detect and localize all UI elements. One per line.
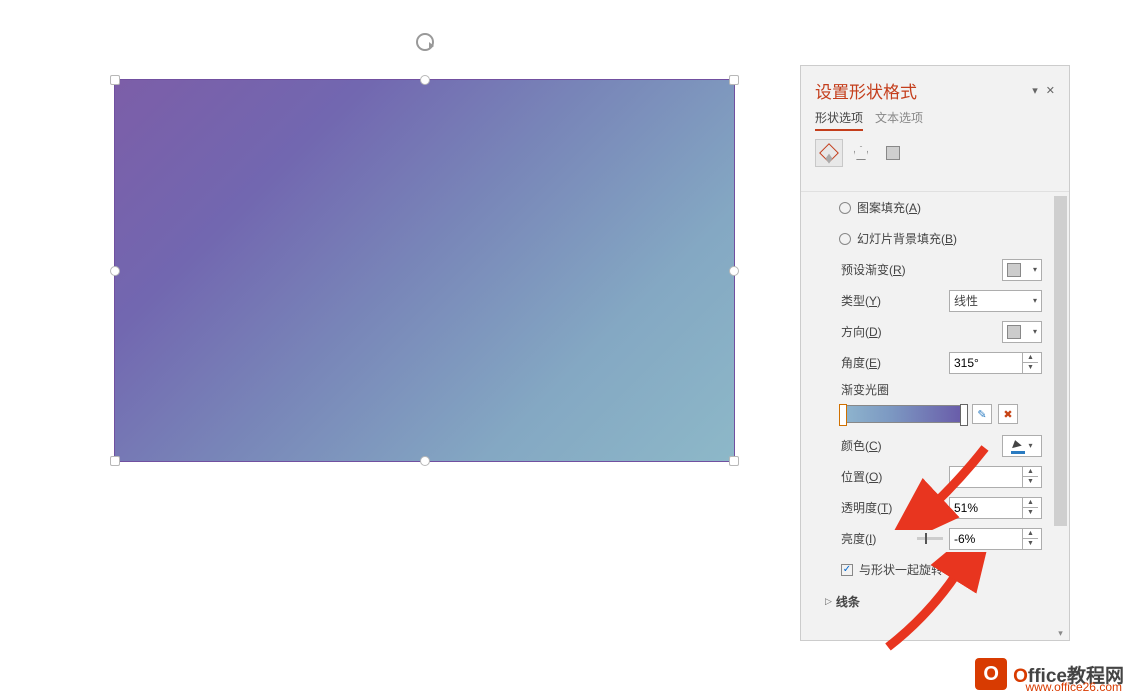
label-color: 颜色(C) bbox=[841, 437, 882, 454]
watermark-logo: O bbox=[975, 658, 1007, 690]
gradient-stop-1[interactable] bbox=[839, 404, 847, 426]
fill-line-tool[interactable] bbox=[815, 139, 843, 167]
label-angle: 角度(E) bbox=[841, 354, 881, 371]
effects-tool[interactable] bbox=[847, 139, 875, 167]
panel-close-icon[interactable]: ✕ bbox=[1046, 84, 1055, 97]
position-input[interactable]: ▲▼ bbox=[949, 466, 1042, 488]
rotate-handle[interactable] bbox=[416, 33, 434, 51]
position-field[interactable] bbox=[950, 467, 1022, 487]
label-transparency: 透明度(T) bbox=[841, 499, 892, 516]
label-rotate-with-shape: 与形状一起旋转 bbox=[859, 561, 943, 578]
paint-icon bbox=[1011, 440, 1025, 452]
type-dropdown[interactable]: 线性▾ bbox=[949, 290, 1042, 312]
transparency-field[interactable] bbox=[950, 498, 1022, 518]
add-stop-icon: ✎ bbox=[977, 408, 986, 421]
canvas bbox=[0, 0, 798, 640]
panel-title: 设置形状格式 bbox=[815, 78, 917, 103]
resize-handle-tm[interactable] bbox=[420, 75, 430, 85]
scrollbar[interactable]: ▾ bbox=[1052, 192, 1069, 640]
resize-handle-tl[interactable] bbox=[110, 75, 120, 85]
resize-handle-br[interactable] bbox=[729, 456, 739, 466]
transparency-input[interactable]: ▲▼ bbox=[949, 497, 1042, 519]
resize-handle-bm[interactable] bbox=[420, 456, 430, 466]
label-gradient-stops: 渐变光圈 bbox=[841, 381, 889, 398]
resize-handle-ml[interactable] bbox=[110, 266, 120, 276]
label-type: 类型(Y) bbox=[841, 292, 881, 309]
resize-handle-bl[interactable] bbox=[110, 456, 120, 466]
gradient-shape[interactable] bbox=[114, 79, 735, 462]
checkbox-rotate-with-shape[interactable]: ✓ bbox=[841, 564, 853, 576]
scroll-down-icon[interactable]: ▾ bbox=[1054, 626, 1067, 640]
resize-handle-tr[interactable] bbox=[729, 75, 739, 85]
size-icon bbox=[886, 146, 900, 160]
brightness-field[interactable] bbox=[950, 529, 1022, 549]
angle-input[interactable]: ▲▼ bbox=[949, 352, 1042, 374]
panel-menu-icon[interactable]: ▾ bbox=[1032, 84, 1038, 97]
add-stop-button[interactable]: ✎ bbox=[972, 404, 992, 424]
radio-pattern-fill[interactable] bbox=[839, 202, 851, 214]
label-slide-bg-fill: 幻灯片背景填充(B) bbox=[857, 230, 957, 247]
color-dropdown[interactable]: ▾ bbox=[1002, 435, 1042, 457]
label-brightness: 亮度(I) bbox=[841, 530, 876, 547]
label-preset-gradient: 预设渐变(R) bbox=[841, 261, 906, 278]
transparency-slider[interactable] bbox=[917, 506, 943, 509]
gradient-stop-2[interactable] bbox=[960, 404, 968, 426]
swatch-icon bbox=[1007, 325, 1021, 339]
format-shape-panel: 设置形状格式 ▾ ✕ 形状选项 文本选项 ▾ 图案填充(A) 幻灯片背景填充(B… bbox=[800, 65, 1070, 641]
pentagon-icon bbox=[854, 146, 868, 160]
brightness-input[interactable]: ▲▼ bbox=[949, 528, 1042, 550]
remove-stop-icon: ✖ bbox=[1003, 408, 1012, 421]
section-line: 线条 bbox=[836, 593, 860, 610]
collapse-icon[interactable]: ▷ bbox=[825, 596, 832, 607]
direction-dropdown[interactable]: ▾ bbox=[1002, 321, 1042, 343]
remove-stop-button[interactable]: ✖ bbox=[998, 404, 1018, 424]
spin-up[interactable]: ▲ bbox=[1023, 353, 1038, 363]
swatch-icon bbox=[1007, 263, 1021, 277]
resize-handle-mr[interactable] bbox=[729, 266, 739, 276]
brightness-slider[interactable] bbox=[917, 537, 943, 540]
tab-shape-options[interactable]: 形状选项 bbox=[815, 109, 863, 131]
label-pattern-fill: 图案填充(A) bbox=[857, 199, 921, 216]
preset-gradient-dropdown[interactable]: ▾ bbox=[1002, 259, 1042, 281]
gradient-stops-track[interactable] bbox=[841, 405, 966, 423]
label-direction: 方向(D) bbox=[841, 323, 882, 340]
tab-text-options[interactable]: 文本选项 bbox=[875, 109, 923, 131]
angle-field[interactable] bbox=[950, 353, 1022, 373]
size-properties-tool[interactable] bbox=[879, 139, 907, 167]
radio-slide-bg-fill[interactable] bbox=[839, 233, 851, 245]
spin-down[interactable]: ▼ bbox=[1023, 363, 1038, 373]
label-position: 位置(O) bbox=[841, 468, 882, 485]
type-value: 线性 bbox=[954, 292, 978, 309]
paint-bucket-icon bbox=[819, 143, 839, 163]
scrollbar-thumb[interactable] bbox=[1054, 196, 1067, 526]
